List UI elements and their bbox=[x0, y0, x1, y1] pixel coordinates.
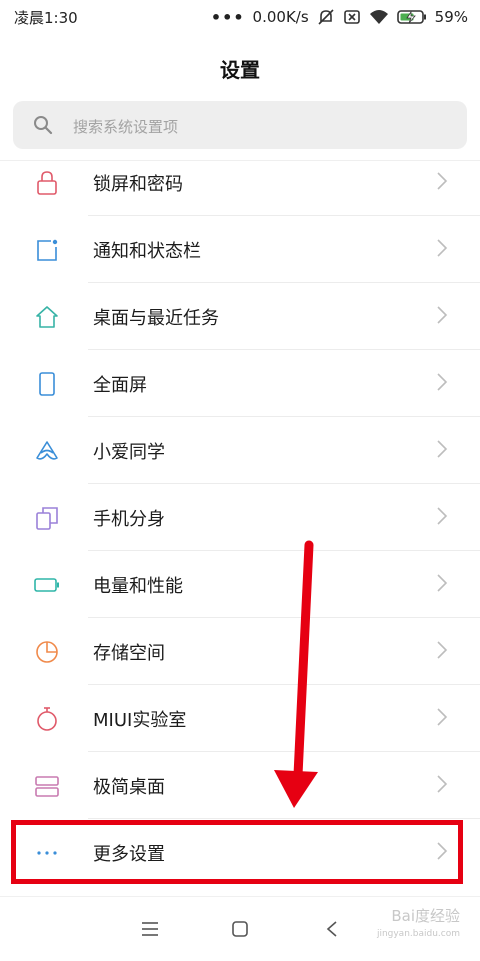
chevron-right-icon bbox=[436, 171, 448, 195]
setting-label: MIUI实验室 bbox=[93, 710, 187, 731]
xiaoai-icon bbox=[34, 438, 60, 464]
setting-label: 存储空间 bbox=[93, 643, 165, 664]
chevron-right-icon bbox=[436, 573, 448, 597]
setting-full-screen[interactable]: 全面屏 bbox=[0, 350, 480, 417]
watermark: Bai度经验 jingyan.baidu.com bbox=[377, 907, 460, 943]
setting-lock-screen[interactable]: 锁屏和密码 bbox=[0, 149, 480, 216]
network-speed: 0.00K/s bbox=[252, 8, 309, 26]
chevron-right-icon bbox=[436, 439, 448, 463]
setting-battery-performance[interactable]: 电量和性能 bbox=[0, 551, 480, 618]
chevron-right-icon bbox=[436, 640, 448, 664]
setting-label: 全面屏 bbox=[93, 375, 147, 396]
setting-home-recents[interactable]: 桌面与最近任务 bbox=[0, 283, 480, 350]
watermark-url: jingyan.baidu.com bbox=[376, 929, 460, 939]
setting-simple-desktop[interactable]: 极简桌面 bbox=[0, 752, 480, 819]
battery-icon bbox=[34, 572, 60, 598]
chevron-right-icon bbox=[436, 238, 448, 262]
back-icon[interactable] bbox=[318, 917, 346, 941]
setting-label: 通知和状态栏 bbox=[93, 241, 201, 262]
setting-label: 小爱同学 bbox=[93, 442, 165, 463]
storage-icon bbox=[34, 639, 60, 665]
home-icon bbox=[34, 304, 60, 330]
navigation-bar: Bai度经验 jingyan.baidu.com bbox=[0, 896, 480, 961]
setting-label: 桌面与最近任务 bbox=[93, 308, 219, 329]
menu-icon[interactable] bbox=[136, 917, 164, 941]
highlight-box bbox=[11, 820, 463, 884]
setting-label: 锁屏和密码 bbox=[93, 174, 183, 195]
notification-icon bbox=[34, 237, 60, 263]
phone-icon bbox=[34, 371, 60, 397]
chevron-right-icon bbox=[436, 506, 448, 530]
status-bar: 凌晨1:30 ••• 0.00K/s 59% bbox=[0, 0, 480, 34]
watermark-text: Bai度经验 bbox=[391, 907, 460, 925]
setting-xiaoai[interactable]: 小爱同学 bbox=[0, 417, 480, 484]
status-time: 凌晨1:30 bbox=[14, 9, 78, 27]
battery-charging-icon bbox=[396, 9, 427, 25]
setting-second-space[interactable]: 手机分身 bbox=[0, 484, 480, 551]
lab-flask-icon bbox=[34, 706, 60, 732]
status-right: ••• 0.00K/s 59% bbox=[211, 5, 468, 29]
lock-icon bbox=[34, 170, 60, 196]
search-placeholder: 搜索系统设置项 bbox=[73, 118, 179, 136]
setting-label: 电量和性能 bbox=[93, 576, 183, 597]
search-icon bbox=[33, 115, 53, 139]
chevron-right-icon bbox=[436, 774, 448, 798]
simple-desktop-icon bbox=[34, 773, 60, 799]
home-square-icon[interactable] bbox=[226, 917, 254, 941]
clone-icon bbox=[34, 505, 60, 531]
search-bar[interactable]: 搜索系统设置项 bbox=[13, 101, 467, 149]
chevron-right-icon bbox=[436, 707, 448, 731]
no-sim-icon bbox=[343, 8, 361, 26]
chevron-right-icon bbox=[436, 372, 448, 396]
battery-percent: 59% bbox=[434, 8, 468, 26]
setting-label: 手机分身 bbox=[93, 509, 165, 530]
wifi-icon bbox=[369, 8, 389, 26]
setting-label: 极简桌面 bbox=[93, 777, 165, 798]
mute-bell-icon bbox=[317, 8, 335, 26]
setting-notifications[interactable]: 通知和状态栏 bbox=[0, 216, 480, 283]
chevron-right-icon bbox=[436, 305, 448, 329]
status-dots: ••• bbox=[210, 7, 245, 27]
setting-storage[interactable]: 存储空间 bbox=[0, 618, 480, 685]
setting-miui-lab[interactable]: MIUI实验室 bbox=[0, 685, 480, 752]
page-title: 设置 bbox=[220, 58, 260, 82]
